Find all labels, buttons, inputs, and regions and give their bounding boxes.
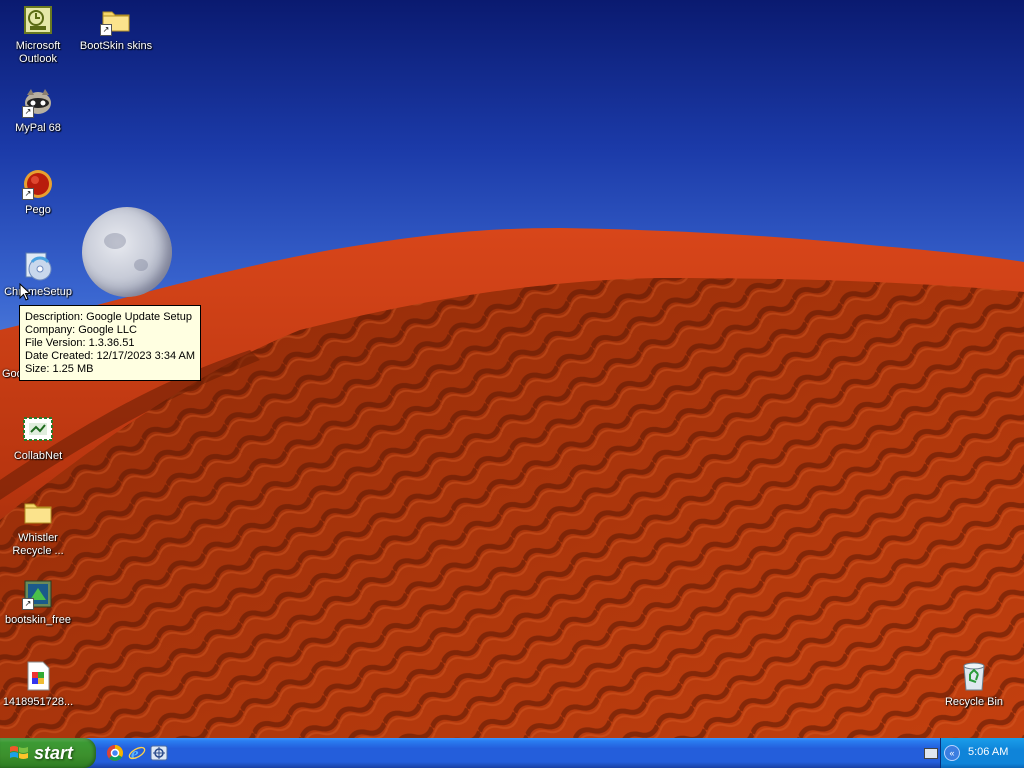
tooltip-date-created: Date Created: 12/17/2023 3:34 AM [25,350,196,362]
shortcut-arrow-icon: ↗ [22,106,34,118]
desktop-icon-microsoft-outlook[interactable]: Microsoft Outlook [0,4,78,66]
tooltip-file-version: File Version: 1.3.36.51 [25,337,135,349]
icon-label: Whistler Recycle ... [12,532,64,557]
taskbar: start e « 5:06 AM [0,738,1024,768]
tooltip-description: Description: Google Update Setup [25,311,192,323]
start-label: start [34,743,74,763]
icon-label: Recycle Bin [944,696,1004,708]
desktop-icon-recycle-bin[interactable]: Recycle Bin [934,660,1014,709]
chevron-left-icon[interactable]: « [944,745,960,761]
start-button[interactable]: start [0,738,96,768]
bootskin-icon: ↗ [22,578,54,610]
svg-text:e: e [131,744,139,762]
chrome-icon[interactable] [106,744,124,762]
keyboard-layout-icon[interactable] [924,748,938,759]
icon-label: 1418951728... [2,696,74,708]
desktop-icon-mypal-68[interactable]: ↗ MyPal 68 [0,86,78,135]
internet-explorer-icon[interactable]: e [128,744,146,763]
shortcut-arrow-icon: ↗ [100,24,112,36]
mypal-browser-icon: ↗ [22,86,54,118]
collabnet-icon [22,414,54,446]
desktop-icon-collabnet[interactable]: CollabNet [0,414,78,463]
icon-label: bootskin_free [4,614,72,626]
system-tray: « 5:06 AM [940,738,1024,768]
desktop-icon-chromesetup[interactable]: ChromeSetup [0,250,78,299]
shortcut-arrow-icon: ↗ [22,598,34,610]
file-info-tooltip: Description: Google Update Setup Company… [19,305,201,381]
tooltip-size: Size: 1.25 MB [25,363,94,375]
folder-icon [22,496,54,528]
desktop-icon-image-file[interactable]: 1418951728... [0,660,78,709]
setup-cd-icon [22,250,54,282]
outlook-icon [22,4,54,36]
icon-label: Pego [25,204,51,216]
icon-label: Microsoft Outlook [15,40,61,65]
pego-icon: ↗ [22,168,54,200]
windows-logo-icon [9,744,29,767]
desktop-icon-bootskin-skins[interactable]: ↗ BootSkin skins [76,4,156,53]
icon-label: MyPal 68 [15,122,61,134]
icon-label: BootSkin skins [79,40,153,52]
icon-label: ChromeSetup [4,286,72,298]
moon [82,207,172,297]
desktop-icon-bootskin-free[interactable]: ↗ bootskin_free [0,578,78,627]
desktop-icon-whistler-recycle[interactable]: Whistler Recycle ... [0,496,78,558]
icon-label: CollabNet [13,450,63,462]
shortcut-arrow-icon: ↗ [22,188,34,200]
image-file-icon [22,660,54,692]
clock[interactable]: 5:06 AM [968,746,1008,758]
mouse-pointer-icon [19,282,32,305]
recycle-bin-icon [958,660,990,692]
tooltip-company: Company: Google LLC [25,324,137,336]
desktop-shortcut-icon[interactable] [150,744,168,762]
folder-icon: ↗ [100,4,132,36]
desktop-icon-pego[interactable]: ↗ Pego [0,168,78,217]
